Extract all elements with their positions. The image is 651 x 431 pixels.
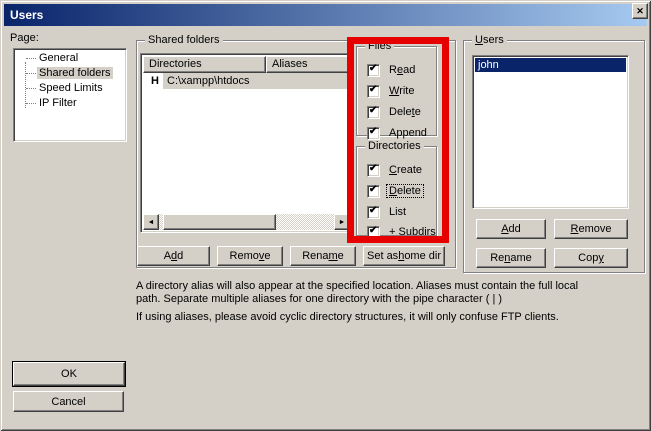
sidebar-item-label: Shared folders <box>37 67 113 79</box>
checkbox-dirs-delete[interactable]: Delete <box>367 184 423 198</box>
checkbox-icon <box>367 206 380 219</box>
directories-group-label: Directories <box>365 140 424 153</box>
remove-user-button[interactable]: Remove <box>554 219 628 239</box>
page-label: Page: <box>10 32 39 44</box>
directories-listview: Directories Aliases H C:\xampp\htdocs ◄ … <box>140 53 353 233</box>
checkbox-label: Append <box>387 127 429 139</box>
set-as-home-dir-button[interactable]: Set as home dir <box>363 246 445 266</box>
users-dialog: Users ✕ Page: General Shared folders Spe… <box>0 0 651 431</box>
user-list-item[interactable]: john <box>475 58 626 72</box>
scrollbar-thumb[interactable] <box>163 214 276 230</box>
checkbox-files-append[interactable]: Append <box>367 126 429 140</box>
page-tree: General Shared folders Speed Limits IP F… <box>13 48 127 142</box>
files-group: Files Read Write Delete Append <box>356 46 437 136</box>
scroll-right-icon[interactable]: ► <box>334 214 350 230</box>
users-group: Users john Add Remove Rename Copy <box>463 40 645 273</box>
sidebar-item-label: General <box>37 52 80 64</box>
checkbox-icon <box>367 226 380 239</box>
checkbox-label: Delete <box>387 185 423 197</box>
scroll-left-icon[interactable]: ◄ <box>143 214 159 230</box>
checkbox-icon <box>367 185 380 198</box>
titlebar[interactable]: Users <box>4 4 647 26</box>
checkbox-label: List <box>387 206 408 218</box>
checkbox-label: Delete <box>387 106 423 118</box>
cyclic-note: If using aliases, please avoid cyclic di… <box>136 311 559 324</box>
home-marker: H <box>151 73 159 89</box>
directories-group: Directories Create Delete List + Subdirs <box>356 146 437 236</box>
horizontal-scrollbar[interactable]: ◄ ► <box>143 214 350 230</box>
rename-user-button[interactable]: Rename <box>476 248 546 268</box>
checkbox-icon <box>367 127 380 140</box>
checkbox-dirs-subdirs[interactable]: + Subdirs <box>367 225 438 239</box>
files-group-label: Files <box>365 40 394 53</box>
close-icon[interactable]: ✕ <box>632 3 648 19</box>
checkbox-dirs-list[interactable]: List <box>367 205 408 219</box>
add-directory-button[interactable]: Add <box>137 246 210 266</box>
checkbox-files-delete[interactable]: Delete <box>367 105 423 119</box>
checkbox-label: Write <box>387 85 416 97</box>
checkbox-label: + Subdirs <box>387 226 438 238</box>
checkbox-icon <box>367 64 380 77</box>
checkbox-label: Create <box>387 164 424 176</box>
ok-button[interactable]: OK <box>13 362 125 386</box>
checkbox-label: Read <box>387 64 417 76</box>
sidebar-item-shared-folders[interactable]: Shared folders <box>16 66 124 81</box>
sidebar-item-speed-limits[interactable]: Speed Limits <box>16 81 124 96</box>
checkbox-files-write[interactable]: Write <box>367 84 416 98</box>
sidebar-item-ip-filter[interactable]: IP Filter <box>16 96 124 111</box>
checkbox-icon <box>367 85 380 98</box>
add-user-button[interactable]: Add <box>476 219 546 239</box>
users-listbox[interactable]: john <box>472 55 629 209</box>
directory-path: C:\xampp\htdocs <box>163 73 350 89</box>
scrollbar-track[interactable] <box>159 214 334 230</box>
alias-note-line-1: A directory alias will also appear at th… <box>136 280 578 293</box>
column-header-directories[interactable]: Directories <box>143 56 266 73</box>
listview-header: Directories Aliases <box>143 56 350 73</box>
users-group-label: Users <box>472 34 507 47</box>
alias-note-line-2: path. Separate multiple aliases for one … <box>136 293 502 306</box>
checkbox-files-read[interactable]: Read <box>367 63 417 77</box>
column-header-aliases[interactable]: Aliases <box>266 56 350 73</box>
remove-directory-button[interactable]: Remove <box>217 246 283 266</box>
checkbox-icon <box>367 164 380 177</box>
sidebar-item-label: IP Filter <box>37 97 79 109</box>
cancel-button[interactable]: Cancel <box>13 391 124 412</box>
sidebar-item-label: Speed Limits <box>37 82 105 94</box>
window-title: Users <box>4 8 43 22</box>
rename-directory-button[interactable]: Rename <box>290 246 356 266</box>
checkbox-icon <box>367 106 380 119</box>
sidebar-item-general[interactable]: General <box>16 51 124 66</box>
copy-user-button[interactable]: Copy <box>554 248 628 268</box>
directory-row[interactable]: H C:\xampp\htdocs <box>143 73 350 89</box>
shared-folders-group-label: Shared folders <box>145 34 223 47</box>
checkbox-dirs-create[interactable]: Create <box>367 163 424 177</box>
